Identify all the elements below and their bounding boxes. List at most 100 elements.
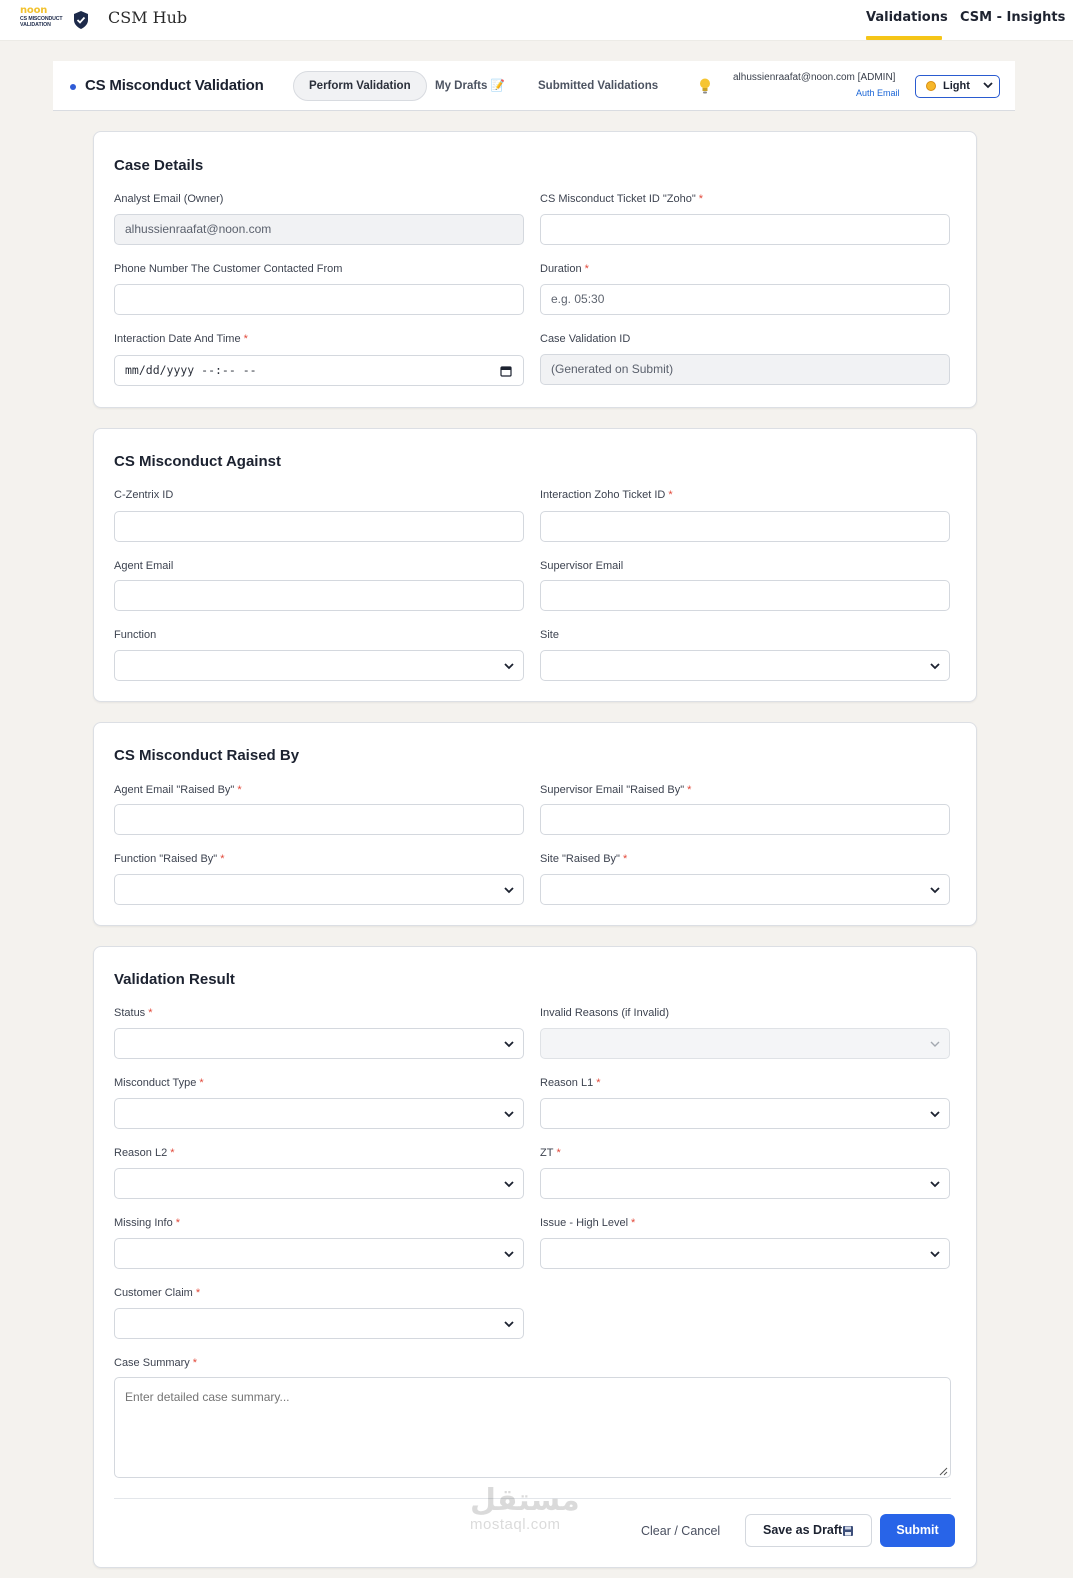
required-marker: *: [698, 193, 704, 205]
customer-claim-select[interactable]: [114, 1308, 524, 1339]
card-title: Validation Result: [114, 971, 235, 988]
chevron-down-icon: [504, 1321, 514, 1328]
summary-label-text: Case Summary: [114, 1357, 190, 1369]
card-title: CS Misconduct Raised By: [114, 747, 300, 764]
status-label-text: Status: [114, 1007, 146, 1019]
zoho-ticket-label: Interaction Zoho Ticket ID *: [540, 489, 673, 501]
interaction-datetime-input[interactable]: mm/dd/yyyy --:-- --: [114, 355, 524, 386]
validation-id-field: (Generated on Submit): [540, 354, 950, 385]
raised-supervisor-email-label: Supervisor Email "Raised By" *: [540, 784, 691, 796]
calendar-icon[interactable]: [500, 365, 512, 377]
sun-icon: [926, 81, 936, 91]
chevron-down-icon: [504, 1111, 514, 1118]
misconduct-type-label: Misconduct Type *: [114, 1077, 204, 1089]
raised-supervisor-label-text: Supervisor Email "Raised By": [540, 784, 685, 796]
required-marker: *: [195, 1287, 201, 1299]
case-summary-textarea[interactable]: [114, 1377, 951, 1478]
floppy-disk-icon: [843, 1526, 853, 1536]
reason-l1-select[interactable]: [540, 1098, 950, 1129]
invalid-reasons-label: Invalid Reasons (if Invalid): [540, 1007, 670, 1019]
card-title: CS Misconduct Against: [114, 453, 281, 470]
app-logo[interactable]: noon CS MISCONDUCT VALIDATION: [20, 5, 92, 31]
raised-by-card: CS Misconduct Raised By Agent Email "Rai…: [93, 722, 977, 926]
status-label: Status *: [114, 1007, 152, 1019]
nav-csm-insights[interactable]: CSM - Insights: [960, 10, 1065, 25]
required-marker: *: [237, 784, 242, 796]
phone-input[interactable]: [114, 284, 524, 315]
supervisor-email-input[interactable]: [540, 580, 950, 611]
tab-submitted-validations[interactable]: Submitted Validations: [523, 71, 673, 101]
reason-l1-label-text: Reason L1: [540, 1077, 594, 1089]
logo-noon-text: noon: [20, 5, 48, 16]
clear-cancel-button[interactable]: Clear / Cancel: [641, 1524, 720, 1538]
reason-l2-label: Reason L2 *: [114, 1147, 175, 1159]
raised-function-select[interactable]: [114, 874, 524, 905]
required-marker: *: [192, 1357, 198, 1369]
zt-select[interactable]: [540, 1168, 950, 1199]
misconduct-type-select[interactable]: [114, 1098, 524, 1129]
misconduct-against-card: CS Misconduct Against C-Zentrix ID Inter…: [93, 428, 977, 702]
ticket-id-input[interactable]: [540, 214, 950, 245]
duration-input[interactable]: e.g. 05:30: [540, 284, 950, 315]
save-draft-button[interactable]: Save as Draft: [745, 1514, 872, 1547]
missing-info-select[interactable]: [114, 1238, 524, 1269]
card-title: Case Details: [114, 157, 204, 174]
invalid-reasons-select: [540, 1028, 950, 1059]
analyst-email-field[interactable]: alhussienraafat@noon.com: [114, 214, 524, 245]
resize-handle-icon[interactable]: [939, 1467, 948, 1476]
theme-select[interactable]: Light: [915, 75, 1000, 98]
misconduct-type-label-text: Misconduct Type: [114, 1077, 197, 1089]
missing-info-label-text: Missing Info: [114, 1217, 173, 1229]
czentrix-input[interactable]: [114, 511, 524, 542]
raised-site-label-text: Site "Raised By": [540, 853, 620, 865]
site-select[interactable]: [540, 650, 950, 681]
raised-function-label-text: Function "Raised By": [114, 853, 218, 865]
chevron-down-icon: [930, 663, 940, 670]
tab-perform-validation[interactable]: Perform Validation: [293, 71, 427, 101]
nav-validations[interactable]: Validations: [866, 10, 948, 25]
status-select[interactable]: [114, 1028, 524, 1059]
tab-my-drafts[interactable]: My Drafts 📝: [420, 71, 520, 101]
reason-l2-select[interactable]: [114, 1168, 524, 1199]
auth-email-link[interactable]: Auth Email: [856, 88, 900, 98]
function-select[interactable]: [114, 650, 524, 681]
required-marker: *: [668, 489, 673, 501]
ticket-id-label-text: CS Misconduct Ticket ID "Zoho": [540, 193, 696, 205]
raised-agent-email-input[interactable]: [114, 804, 524, 835]
agent-email-input[interactable]: [114, 580, 524, 611]
interaction-datetime-label: Interaction Date And Time *: [114, 333, 248, 345]
lightbulb-icon[interactable]: [698, 77, 712, 95]
required-marker: *: [148, 1007, 153, 1019]
user-email: alhussienraafat@noon.com [ADMIN]: [733, 72, 896, 83]
reason-l2-label-text: Reason L2: [114, 1147, 168, 1159]
raised-supervisor-email-input[interactable]: [540, 804, 950, 835]
watermark-english: mostaql.com: [470, 1516, 561, 1533]
chevron-down-icon: [504, 1181, 514, 1188]
submit-button[interactable]: Submit: [880, 1514, 955, 1547]
chevron-down-icon: [930, 887, 940, 894]
czentrix-label: C-Zentrix ID: [114, 489, 174, 501]
reason-l1-label: Reason L1 *: [540, 1077, 601, 1089]
required-marker: *: [622, 853, 628, 865]
validation-id-label: Case Validation ID: [540, 333, 631, 345]
zoho-ticket-label-text: Interaction Zoho Ticket ID: [540, 489, 666, 501]
chevron-down-icon: [930, 1041, 940, 1047]
chevron-down-icon: [930, 1251, 940, 1258]
validation-result-card: Validation Result Status * Invalid Reason…: [93, 946, 977, 1568]
page-title: CS Misconduct Validation: [85, 77, 264, 94]
customer-claim-label-text: Customer Claim: [114, 1287, 193, 1299]
required-marker: *: [243, 333, 248, 345]
required-marker: *: [556, 1147, 561, 1159]
customer-claim-label: Customer Claim *: [114, 1287, 200, 1299]
chevron-down-icon: [930, 1181, 940, 1188]
top-nav-bar: noon CS MISCONDUCT VALIDATION CSM Hub Va…: [0, 0, 1073, 41]
case-details-card: Case Details Analyst Email (Owner) alhus…: [93, 131, 977, 408]
agent-email-label: Agent Email: [114, 560, 174, 572]
watermark: مستقل mostaql.com: [470, 1483, 600, 1533]
chevron-down-icon: [504, 1251, 514, 1258]
raised-site-select[interactable]: [540, 874, 950, 905]
raised-agent-email-label: Agent Email "Raised By" *: [114, 784, 242, 796]
raised-function-label: Function "Raised By" *: [114, 853, 224, 865]
zoho-ticket-input[interactable]: [540, 511, 950, 542]
issue-high-level-select[interactable]: [540, 1238, 950, 1269]
